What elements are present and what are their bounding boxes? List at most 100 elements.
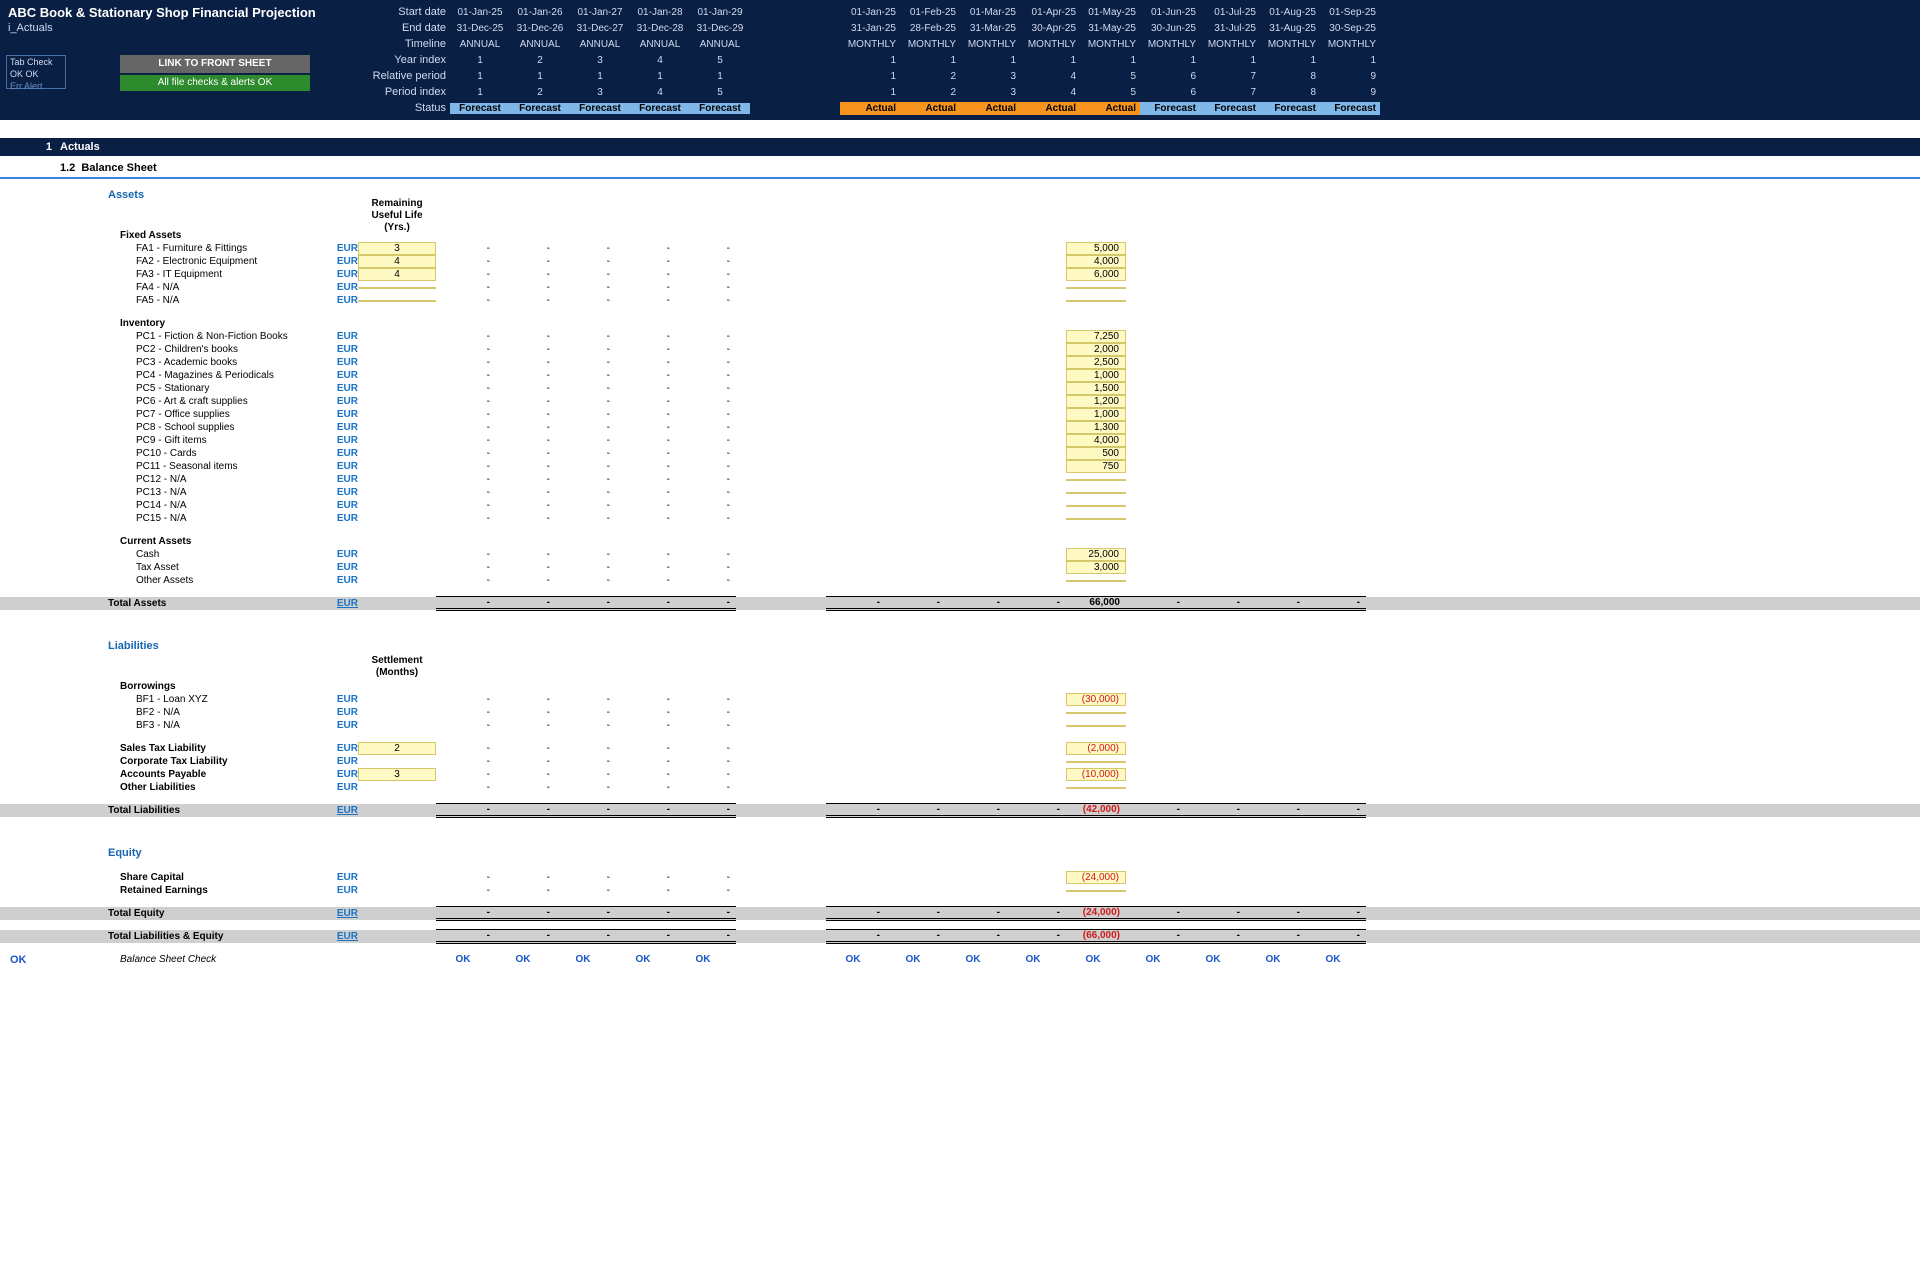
period-header-cell: 2	[900, 87, 960, 98]
period-header-cell: 31-Jul-25	[1200, 23, 1260, 34]
balance-check-row: OKBalance Sheet CheckOKOKOKOKOKOKOKOKOKO…	[0, 953, 1920, 966]
sheet-name: i_Actuals	[0, 22, 360, 34]
period-header-cell: 7	[1200, 71, 1260, 82]
period-header-cell: 28-Feb-25	[900, 23, 960, 34]
section-heading: Assets	[0, 189, 1920, 201]
period-header-cell: 31-Dec-28	[630, 23, 690, 34]
period-header-cell: ANNUAL	[510, 39, 570, 50]
period-header-cell: 4	[1020, 71, 1080, 82]
settlement-header: Settlement (Months)	[0, 654, 1920, 680]
rul-header: Remaining Useful Life (Yrs.)	[0, 203, 1920, 229]
meta-label: Start date	[360, 6, 450, 18]
period-header-cell: ANNUAL	[630, 39, 690, 50]
period-header-cell: 1	[450, 55, 510, 66]
period-header-cell: 1	[450, 71, 510, 82]
period-header-cell: 31-Dec-26	[510, 23, 570, 34]
period-header-cell: 3	[570, 55, 630, 66]
current-asset-row: Other AssetsEUR-----	[0, 574, 1920, 587]
period-header-cell: 01-Sep-25	[1320, 7, 1380, 18]
period-header-cell: 01-Jan-29	[690, 7, 750, 18]
inventory-row: PC7 - Office suppliesEUR-----1,000	[0, 408, 1920, 421]
period-header-cell: 1	[690, 71, 750, 82]
period-header-cell: 5	[690, 55, 750, 66]
subsection-heading: 1.2 Balance Sheet	[60, 162, 1920, 174]
link-front-sheet-button[interactable]: LINK TO FRONT SHEET	[120, 55, 310, 73]
period-header-cell: 5	[1080, 71, 1140, 82]
period-header-cell: 31-Mar-25	[960, 23, 1020, 34]
period-header-cell: 01-Jul-25	[1200, 7, 1260, 18]
fixed-asset-row: FA3 - IT EquipmentEUR4-----6,000	[0, 268, 1920, 281]
current-asset-row: CashEUR-----25,000	[0, 548, 1920, 561]
inventory-row: PC14 - N/AEUR-----	[0, 499, 1920, 512]
period-header-cell: 1	[1140, 55, 1200, 66]
equity-row: Share CapitalEUR-----(24,000)	[0, 871, 1920, 884]
inventory-row: PC1 - Fiction & Non-Fiction BooksEUR----…	[0, 330, 1920, 343]
period-header-cell: 01-Jan-25	[450, 7, 510, 18]
period-header-cell: 8	[1260, 71, 1320, 82]
period-header-cell: 1	[510, 71, 570, 82]
period-header-cell: 6	[1140, 71, 1200, 82]
tab-check-box: Tab Check OK OK Err Alert	[6, 55, 66, 89]
period-header-cell: MONTHLY	[960, 39, 1020, 50]
inventory-row: PC3 - Academic booksEUR-----2,500	[0, 356, 1920, 369]
period-header-cell: 01-Jan-27	[570, 7, 630, 18]
inventory-row: PC9 - Gift itemsEUR-----4,000	[0, 434, 1920, 447]
period-header-cell: MONTHLY	[900, 39, 960, 50]
period-header-cell: 1	[1260, 55, 1320, 66]
period-header-cell: 31-Dec-29	[690, 23, 750, 34]
period-header-cell: 30-Jun-25	[1140, 23, 1200, 34]
period-header-cell: MONTHLY	[840, 39, 900, 50]
liability-row: Corporate Tax LiabilityEUR-----	[0, 755, 1920, 768]
period-header-cell: 01-Jun-25	[1140, 7, 1200, 18]
period-header-cell: 31-Dec-27	[570, 23, 630, 34]
period-header-cell: 1	[1020, 55, 1080, 66]
period-header-cell: 01-Feb-25	[900, 7, 960, 18]
period-header-cell: 1	[1320, 55, 1380, 66]
period-header-cell: 01-Jan-28	[630, 7, 690, 18]
period-header-cell: MONTHLY	[1140, 39, 1200, 50]
fixed-asset-row: FA5 - N/AEUR-----	[0, 294, 1920, 307]
period-header-cell: 30-Apr-25	[1020, 23, 1080, 34]
alerts-status-button[interactable]: All file checks & alerts OK	[120, 75, 310, 91]
borrowing-row: BF3 - N/AEUR-----	[0, 719, 1920, 732]
period-header-cell: 1	[1080, 55, 1140, 66]
section-band: 1Actuals	[0, 138, 1920, 156]
period-header-cell: 9	[1320, 87, 1380, 98]
period-header-cell: 1	[1200, 55, 1260, 66]
liability-row: Accounts PayableEUR3-----(10,000)	[0, 768, 1920, 781]
period-header-cell: 01-May-25	[1080, 7, 1140, 18]
borrowing-row: BF2 - N/AEUR-----	[0, 706, 1920, 719]
period-header-cell: 30-Sep-25	[1320, 23, 1380, 34]
inventory-row: PC10 - CardsEUR-----500	[0, 447, 1920, 460]
period-header-cell: 31-Aug-25	[1260, 23, 1320, 34]
period-header-cell: 2	[900, 71, 960, 82]
section-heading: Equity	[0, 847, 1920, 859]
period-header-cell: MONTHLY	[1320, 39, 1380, 50]
period-header-cell: 01-Apr-25	[1020, 7, 1080, 18]
period-header-cell: 3	[960, 71, 1020, 82]
inventory-row: PC2 - Children's booksEUR-----2,000	[0, 343, 1920, 356]
total-row: Total EquityEUR---------(24,000)----	[0, 907, 1920, 920]
inventory-row: PC8 - School suppliesEUR-----1,300	[0, 421, 1920, 434]
period-header-cell: 2	[510, 55, 570, 66]
group-inventory: Inventory	[0, 317, 1920, 330]
borrowing-row: BF1 - Loan XYZEUR-----(30,000)	[0, 693, 1920, 706]
liability-row: Sales Tax LiabilityEUR2-----(2,000)	[0, 742, 1920, 755]
inventory-row: PC4 - Magazines & PeriodicalsEUR-----1,0…	[0, 369, 1920, 382]
period-header-cell: MONTHLY	[1260, 39, 1320, 50]
period-header-cell: 2	[510, 87, 570, 98]
header-panel: ABC Book & Stationary Shop Financial Pro…	[0, 0, 1920, 120]
period-header-cell: ANNUAL	[570, 39, 630, 50]
equity-row: Retained EarningsEUR-----	[0, 884, 1920, 897]
period-header-cell: 31-May-25	[1080, 23, 1140, 34]
period-header-cell: MONTHLY	[1200, 39, 1260, 50]
total-row: Total LiabilitiesEUR---------(42,000)---…	[0, 804, 1920, 817]
period-header-cell: 4	[630, 87, 690, 98]
period-header-cell: MONTHLY	[1020, 39, 1080, 50]
period-header-cell: ANNUAL	[450, 39, 510, 50]
inventory-row: PC15 - N/AEUR-----	[0, 512, 1920, 525]
inventory-row: PC12 - N/AEUR-----	[0, 473, 1920, 486]
current-asset-row: Tax AssetEUR-----3,000	[0, 561, 1920, 574]
period-header-cell: 1	[840, 87, 900, 98]
inventory-row: PC5 - StationaryEUR-----1,500	[0, 382, 1920, 395]
